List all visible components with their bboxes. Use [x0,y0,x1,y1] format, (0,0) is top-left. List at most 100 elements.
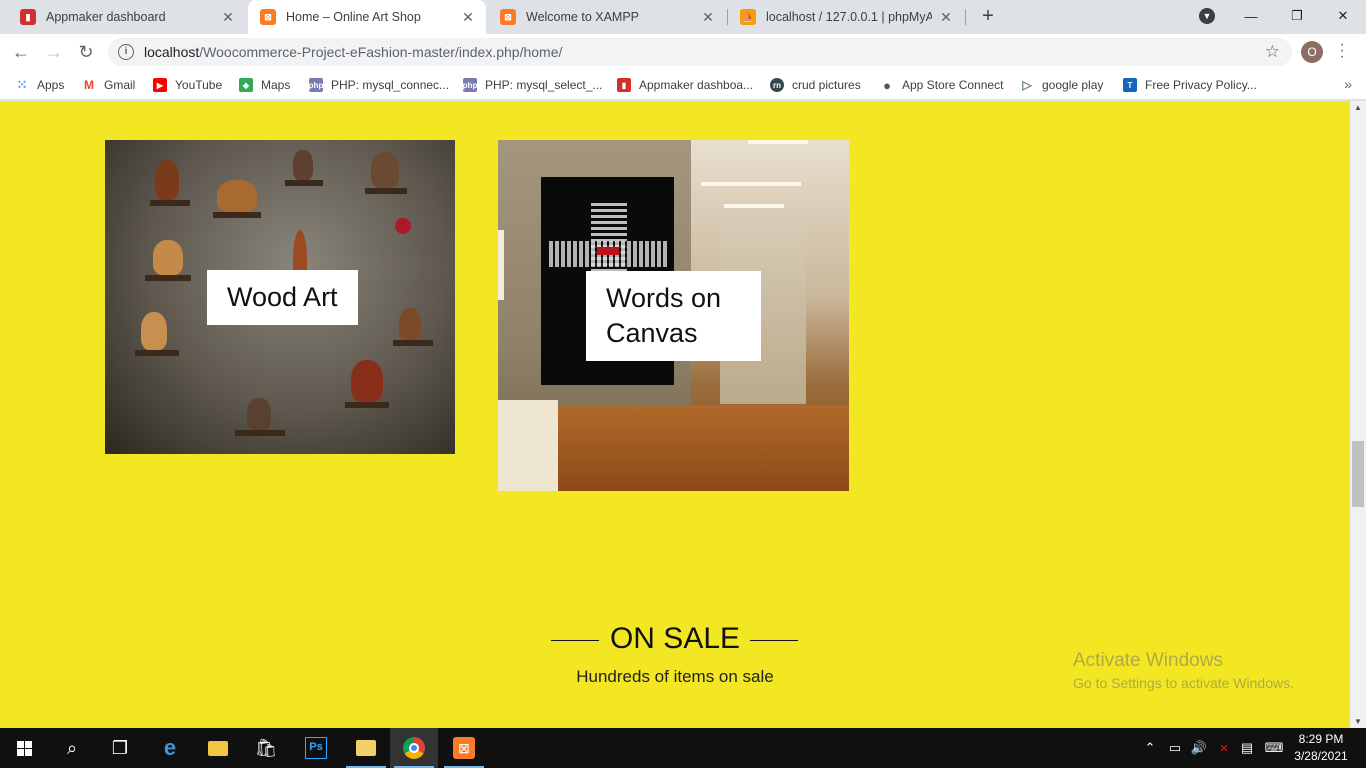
back-button[interactable]: ← [9,40,33,64]
scroll-down-icon[interactable]: ▼ [1350,717,1366,726]
bookmark-app-store-connect[interactable]: ● App Store Connect [880,76,1003,94]
volume-icon[interactable]: 🔊 [1188,728,1210,768]
folder-icon [208,740,228,756]
arrow-right-icon: → [45,41,63,62]
info-icon[interactable]: i [118,44,134,60]
bookmark-google-play[interactable]: ▷ google play [1020,76,1103,94]
chrome-icon [403,737,425,759]
xampp-icon: ⊠ [453,737,475,759]
google-play-icon: ▷ [1022,78,1032,92]
shelf-decor [235,430,285,436]
taskbar-xampp[interactable]: ⊠ [440,728,488,768]
vase-decor [351,360,383,402]
reload-button[interactable]: ↻ [74,40,98,64]
restore-button[interactable]: ❐ [1274,0,1320,32]
close-icon[interactable]: ✕ [700,9,716,26]
tab-phpmyadmin[interactable]: ⛵ localhost / 127.0.0.1 | phpMyAdmin ✕ [728,0,964,34]
shelf-decor [145,275,191,281]
taskbar-notes[interactable] [342,728,390,768]
scroll-thumb[interactable] [1352,441,1364,507]
category-label[interactable]: Words on Canvas [586,271,761,361]
minimize-icon: — [1244,8,1258,24]
bookmark-crud-pictures[interactable]: rn crud pictures [770,76,861,94]
vase-decor [141,312,167,350]
windows-taskbar: ⌕ ❐ e 🛍 Ps ⊠ ⌃ ▭ 🔊 ✕ ▤ ⌨ 8:29 PM 3/28/20… [0,728,1366,768]
taskbar-file-explorer[interactable] [194,728,242,768]
search-button[interactable]: ⌕ [48,728,96,768]
network-icon[interactable]: ✕ [1212,728,1236,768]
bookmarks-bar: ⁙ Apps M Gmail ▶ YouTube ◆ Maps php PHP:… [0,70,1366,100]
vase-decor [399,308,421,340]
address-bar[interactable]: i localhost/Woocommerce-Project-eFashion… [108,38,1292,66]
arrow-left-icon: ← [12,41,30,62]
clock-time: 8:29 PM [1298,732,1344,746]
tab-welcome-xampp[interactable]: ⊠ Welcome to XAMPP ✕ [488,0,726,34]
vase-decor [247,398,271,430]
ceiling-light-decor [724,204,784,208]
taskbar-store[interactable]: 🛍 [242,728,290,768]
maps-icon: ◆ [239,78,253,92]
clock-date: 3/28/2021 [1294,749,1348,763]
profile-avatar[interactable]: O [1301,41,1323,63]
bookmark-apps[interactable]: ⁙ Apps [15,76,65,94]
start-button[interactable] [0,728,48,768]
category-label[interactable]: Wood Art [207,270,358,325]
chevron-double-right-icon[interactable]: » [1344,76,1352,92]
vase-decor [155,160,179,200]
store-icon: 🛍 [254,737,278,758]
xampp-icon: ⊠ [260,9,276,25]
close-icon: ✕ [1337,8,1349,23]
shelf-decor [135,350,179,356]
taskbar-chrome[interactable] [390,728,438,768]
category-card-words-on-canvas[interactable]: Words on Canvas [498,140,849,491]
forward-button[interactable]: → [42,40,66,64]
ceiling-light-decor [701,182,801,186]
tab-search-button[interactable]: ▼ [1184,0,1230,32]
bookmark-youtube[interactable]: ▶ YouTube [153,76,222,94]
bookmark-free-privacy-policy[interactable]: T Free Privacy Policy... [1123,76,1257,94]
task-view-button[interactable]: ❐ [96,728,144,768]
shelf-decor [393,340,433,346]
close-icon[interactable]: ✕ [938,9,954,26]
close-icon[interactable]: ✕ [460,9,476,26]
tab-online-art-shop[interactable]: ⊠ Home – Online Art Shop ✕ [248,0,486,34]
vase-decor [371,152,399,188]
doorframe-decor [498,230,504,300]
tab-appmaker[interactable]: ▮ Appmaker dashboard ✕ [8,0,246,34]
phpmyadmin-icon: ⛵ [740,9,756,25]
minimize-button[interactable]: — [1228,0,1274,32]
keyboard-icon[interactable]: ⌨ [1262,728,1286,768]
taskbar-photoshop[interactable]: Ps [292,728,340,768]
ceiling-light-decor [748,140,808,144]
appmaker-icon: ▮ [617,78,631,92]
menu-dots-icon[interactable]: · · · [1338,37,1346,65]
bookmark-php-mysql-select[interactable]: php PHP: mysql_select_... [463,76,602,94]
action-center-icon[interactable]: ▤ [1236,728,1258,768]
new-tab-button[interactable]: + [976,5,1000,29]
star-icon[interactable]: ☆ [1265,42,1280,62]
battery-icon[interactable]: ▭ [1164,728,1186,768]
bookmark-php-mysql-connect[interactable]: php PHP: mysql_connec... [309,76,449,94]
bookmark-maps[interactable]: ◆ Maps [239,76,290,94]
chevron-up-icon: ⌃ [1144,740,1156,755]
show-hidden-icons-button[interactable]: ⌃ [1140,728,1160,768]
page-scrollbar[interactable]: ▲ ▼ [1350,101,1366,728]
bookmark-gmail[interactable]: M Gmail [82,76,135,94]
photoshop-icon: Ps [305,737,327,759]
shelf-decor [345,402,389,408]
youtube-icon: ▶ [153,78,167,92]
close-icon[interactable]: ✕ [220,9,236,26]
bookmark-appmaker[interactable]: ▮ Appmaker dashboa... [617,76,753,94]
crud-icon: rn [770,78,784,92]
close-window-button[interactable]: ✕ [1320,0,1366,32]
taskbar-clock[interactable]: 8:29 PM 3/28/2021 [1288,731,1354,765]
activate-windows-watermark: Activate Windows Go to Settings to activ… [1073,650,1294,691]
browser-toolbar: ← → ↻ i localhost/Woocommerce-Project-eF… [0,34,1366,70]
taskbar-edge[interactable]: e [146,728,194,768]
vase-decor [153,240,183,275]
scroll-up-icon[interactable]: ▲ [1350,103,1366,112]
ornament-decor [395,218,411,234]
gmail-icon: M [84,78,94,92]
url-text[interactable]: localhost/Woocommerce-Project-eFashion-m… [144,44,562,60]
category-card-wood-art[interactable]: Wood Art [105,140,455,454]
